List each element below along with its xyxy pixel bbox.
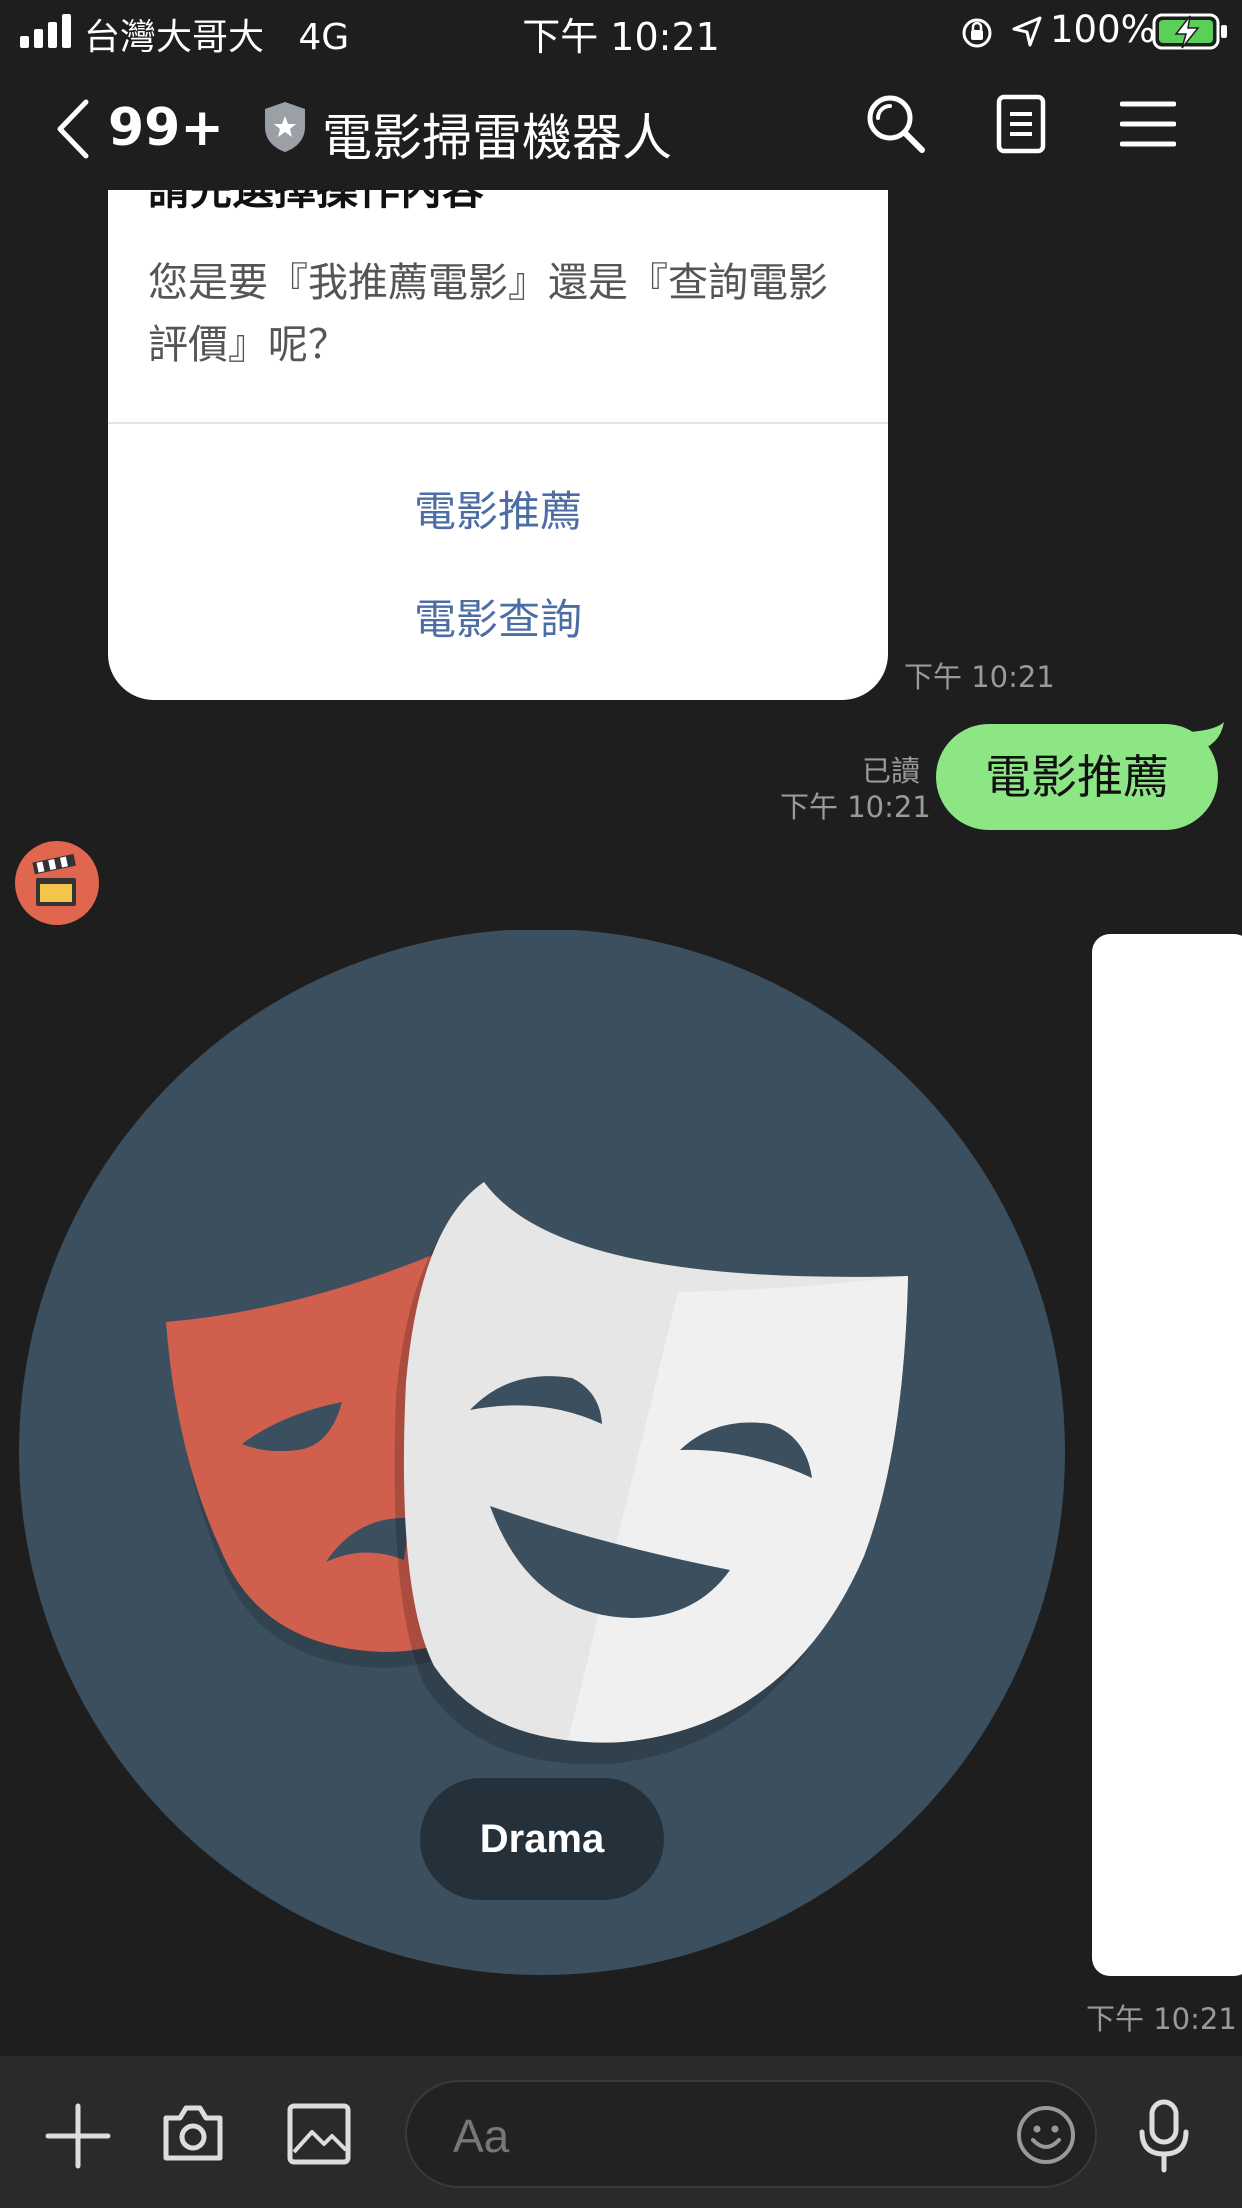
plus-icon[interactable]	[44, 2102, 112, 2170]
genre-label-button[interactable]: Drama	[420, 1778, 664, 1900]
search-icon[interactable]	[864, 92, 928, 156]
message-input-field[interactable]	[405, 2080, 1097, 2188]
operation-choice-card: 請先選擇操作內容 您是要『我推薦電影』還是『查詢電影評價』呢？ 電影推薦 電影查…	[108, 190, 888, 700]
gallery-icon[interactable]	[286, 2102, 352, 2166]
chat-header: 99+ 電影掃雷機器人	[0, 62, 1242, 192]
camera-icon[interactable]	[160, 2102, 226, 2164]
card-title: 請先選擇操作內容	[148, 190, 484, 217]
battery-percent: 100%	[1050, 8, 1156, 51]
menu-icon[interactable]	[1120, 100, 1176, 148]
status-bar: 台灣大哥大 4G 下午 10:21 100%	[0, 0, 1242, 62]
battery-charging-icon	[1152, 13, 1227, 50]
microphone-icon[interactable]	[1136, 2098, 1192, 2174]
option-movie-search[interactable]: 電影查詢	[108, 586, 888, 647]
notes-icon[interactable]	[996, 94, 1046, 154]
back-arrow-icon[interactable]	[52, 98, 92, 160]
sent-timestamp: 下午 10:21	[780, 790, 931, 824]
chat-title[interactable]: 電影掃雷機器人	[322, 98, 672, 170]
card-timestamp: 下午 10:21	[904, 660, 1055, 694]
unread-count[interactable]: 99+	[108, 98, 224, 158]
next-carousel-card[interactable]	[1092, 934, 1242, 1976]
bot-card-timestamp: 下午 10:21	[1086, 2002, 1237, 2036]
emoji-icon[interactable]	[1015, 2104, 1077, 2166]
card-divider	[108, 422, 888, 424]
location-icon	[1012, 16, 1042, 47]
orientation-lock-icon	[962, 18, 992, 48]
card-question: 您是要『我推薦電影』還是『查詢電影評價』呢？	[148, 260, 828, 368]
message-input[interactable]	[451, 2108, 975, 2164]
option-movie-recommend[interactable]: 電影推薦	[108, 478, 888, 539]
bot-avatar[interactable]	[14, 840, 100, 926]
official-badge-icon	[265, 102, 305, 152]
sent-message-bubble[interactable]: 電影推薦	[936, 724, 1218, 830]
